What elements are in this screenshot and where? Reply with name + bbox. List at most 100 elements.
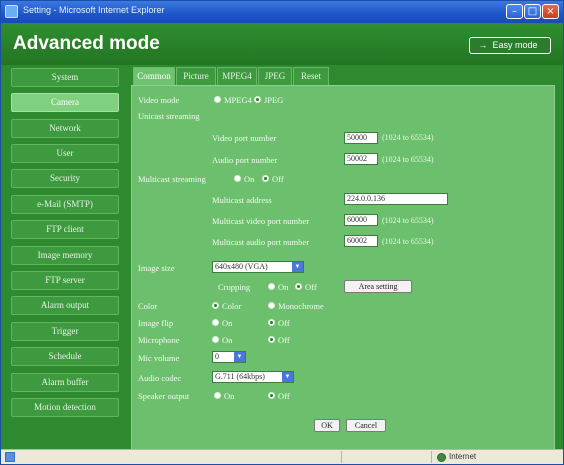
image-flip-on-label: On	[222, 318, 233, 328]
microphone-off-label: Off	[278, 335, 290, 345]
main-content: Common Picture MPEG4 JPEG Reset Video mo…	[129, 65, 555, 450]
close-button[interactable]: ×	[542, 4, 559, 19]
speaker-output-off-label: Off	[278, 391, 290, 401]
cropping-off-label: Off	[305, 282, 317, 292]
multicast-address-input[interactable]: 224.0.0.136	[344, 193, 448, 205]
multicast-audio-port-input[interactable]: 60002	[344, 235, 378, 247]
multicast-off-radio[interactable]	[262, 175, 269, 182]
tab-jpeg[interactable]: JPEG	[258, 67, 292, 85]
microphone-off-radio[interactable]	[268, 336, 275, 343]
status-bar: Internet	[1, 449, 563, 464]
sidebar-item-ftp-server[interactable]: FTP server	[11, 271, 119, 290]
speaker-output-on-radio[interactable]	[214, 392, 221, 399]
sidebar: System Camera Network User Security e-Ma…	[11, 65, 121, 435]
speaker-output-off-radio[interactable]	[268, 392, 275, 399]
sidebar-item-security[interactable]: Security	[11, 169, 119, 188]
video-port-input[interactable]: 50000	[344, 132, 378, 144]
sidebar-item-image-memory[interactable]: Image memory	[11, 246, 119, 265]
audio-codec-select[interactable]: G.711 (64kbps) ▼	[212, 371, 294, 383]
multicast-audio-port-hint: (1024 to 65534)	[382, 237, 434, 246]
cropping-on-label: On	[278, 282, 289, 292]
image-flip-off-label: Off	[278, 318, 290, 328]
sidebar-item-user[interactable]: User	[11, 144, 119, 163]
audio-codec-value: G.711 (64kbps)	[215, 372, 265, 381]
multicast-video-port-input[interactable]: 60000	[344, 214, 378, 226]
multicast-audio-port-label: Multicast audio port number	[212, 237, 310, 247]
audio-port-input[interactable]: 50002	[344, 153, 378, 165]
tab-mpeg4[interactable]: MPEG4	[217, 67, 257, 85]
microphone-on-radio[interactable]	[212, 336, 219, 343]
sidebar-item-system[interactable]: System	[11, 68, 119, 87]
speaker-output-on-label: On	[224, 391, 235, 401]
minimize-button[interactable]: –	[506, 4, 523, 19]
page-title: Advanced mode	[13, 33, 160, 54]
microphone-on-label: On	[222, 335, 233, 345]
audio-port-hint: (1024 to 65534)	[382, 155, 434, 164]
easy-mode-button[interactable]: → Easy mode	[469, 37, 551, 54]
ok-button[interactable]: OK	[314, 419, 340, 432]
video-port-label: Video port number	[212, 133, 277, 143]
video-mode-label: Video mode	[138, 95, 180, 105]
mic-volume-select[interactable]: 0 ▼	[212, 351, 246, 363]
tab-common[interactable]: Common	[133, 67, 175, 85]
easy-mode-label: Easy mode	[492, 40, 538, 50]
tab-reset[interactable]: Reset	[293, 67, 329, 85]
video-mode-mpeg4-radio[interactable]	[214, 96, 221, 103]
multicast-address-label: Multicast address	[212, 195, 272, 205]
sidebar-item-email[interactable]: e-Mail (SMTP)	[11, 195, 119, 214]
image-flip-label: Image flip	[138, 318, 174, 328]
unicast-streaming-label: Unicast streaming	[138, 111, 200, 121]
tab-picture[interactable]: Picture	[176, 67, 216, 85]
ie-icon	[5, 5, 18, 18]
video-mode-jpeg-label: JPEG	[264, 95, 284, 105]
sidebar-item-motion-detection[interactable]: Motion detection	[11, 398, 119, 417]
color-monochrome-radio[interactable]	[268, 302, 275, 309]
video-port-hint: (1024 to 65534)	[382, 133, 434, 142]
page-header: Advanced mode → Easy mode	[1, 23, 563, 65]
multicast-on-radio[interactable]	[234, 175, 241, 182]
color-label: Color	[138, 301, 158, 311]
cropping-label: Cropping	[218, 282, 251, 292]
multicast-on-label: On	[244, 174, 255, 184]
mic-volume-value: 0	[215, 352, 219, 361]
browser-window: Setting - Microsoft Internet Explorer – …	[0, 0, 564, 465]
image-flip-off-radio[interactable]	[268, 319, 275, 326]
cropping-on-radio[interactable]	[268, 283, 275, 290]
cancel-button[interactable]: Cancel	[346, 419, 386, 432]
audio-codec-label: Audio codec	[138, 373, 182, 383]
mic-volume-label: Mic volume	[138, 353, 180, 363]
chevron-down-icon: ▼	[282, 372, 293, 382]
maximize-button[interactable]: □	[524, 4, 541, 19]
sidebar-item-schedule[interactable]: Schedule	[11, 347, 119, 366]
sidebar-item-alarm-buffer[interactable]: Alarm buffer	[11, 373, 119, 392]
status-divider	[431, 451, 432, 463]
sidebar-item-camera[interactable]: Camera	[11, 93, 119, 112]
image-size-select[interactable]: 640x480 (VGA) ▼	[212, 261, 304, 273]
globe-icon	[437, 453, 446, 462]
microphone-label: Microphone	[138, 335, 180, 345]
page-icon	[5, 452, 15, 462]
area-setting-button[interactable]: Area setting	[344, 280, 412, 293]
sidebar-item-network[interactable]: Network	[11, 119, 119, 138]
title-bar: Setting - Microsoft Internet Explorer – …	[1, 1, 563, 23]
settings-panel: Video mode MPEG4 JPEG Unicast streaming …	[131, 85, 555, 450]
color-monochrome-label: Monochrome	[278, 301, 324, 311]
sidebar-item-ftp-client[interactable]: FTP client	[11, 220, 119, 239]
security-zone: Internet	[449, 452, 477, 461]
color-color-radio[interactable]	[212, 302, 219, 309]
image-size-value: 640x480 (VGA)	[215, 262, 268, 271]
image-flip-on-radio[interactable]	[212, 319, 219, 326]
multicast-off-label: Off	[272, 174, 284, 184]
audio-port-label: Audio port number	[212, 155, 278, 165]
status-divider	[341, 451, 342, 463]
multicast-video-port-hint: (1024 to 65534)	[382, 216, 434, 225]
sidebar-item-alarm-output[interactable]: Alarm output	[11, 296, 119, 315]
video-mode-mpeg4-label: MPEG4	[224, 95, 252, 105]
video-mode-jpeg-radio[interactable]	[254, 96, 261, 103]
chevron-down-icon: ▼	[292, 262, 303, 272]
cropping-off-radio[interactable]	[295, 283, 302, 290]
window-title: Setting - Microsoft Internet Explorer	[23, 5, 165, 15]
sidebar-item-trigger[interactable]: Trigger	[11, 322, 119, 341]
speaker-output-label: Speaker output	[138, 391, 190, 401]
multicast-streaming-label: Multicast streaming	[138, 174, 206, 184]
